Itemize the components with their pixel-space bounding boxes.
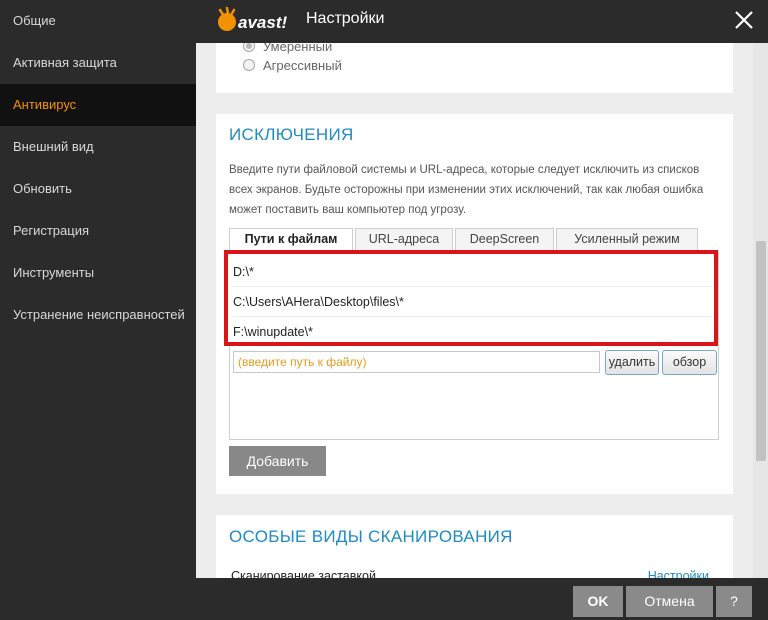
exclusions-description: Введите пути файловой системы и URL-адре…	[229, 164, 704, 216]
screensaver-settings-link[interactable]: Настройки	[648, 569, 709, 578]
sidebar-item-antivirus[interactable]: Антивирус	[0, 84, 196, 126]
screensaver-scan-label: Сканирование заставкой	[231, 569, 376, 578]
help-button[interactable]: ?	[716, 586, 752, 617]
window-title: Настройки	[306, 10, 385, 27]
delete-button[interactable]: удалить	[605, 350, 659, 375]
logo-text: avast!	[238, 13, 287, 32]
special-scans-card: ОСОБЫЕ ВИДЫ СКАНИРОВАНИЯ Сканирование за…	[216, 515, 733, 578]
scroll-thumb[interactable]	[756, 241, 766, 461]
path-row[interactable]: D:\*	[233, 257, 713, 287]
sidebar-item-general[interactable]: Общие	[0, 0, 196, 42]
highlight-frame: D:\* C:\Users\AHera\Desktop\files\* F:\w…	[224, 250, 718, 346]
sidebar-item-tools[interactable]: Инструменты	[0, 252, 196, 294]
tab-hardened-mode[interactable]: Усиленный режим	[556, 228, 698, 250]
title-bar: avast! Настройки	[196, 0, 768, 43]
browse-button[interactable]: обзор	[662, 350, 717, 375]
radio-button[interactable]	[243, 59, 255, 71]
radio-label: Агрессивный	[263, 57, 342, 73]
scrollbar[interactable]	[753, 43, 768, 578]
sidebar-item-update[interactable]: Обновить	[0, 168, 196, 210]
footer: OK Отмена ?	[196, 578, 768, 620]
avast-logo: avast!	[218, 6, 287, 32]
sidebar-item-appearance[interactable]: Внешний вид	[0, 126, 196, 168]
add-button[interactable]: Добавить	[229, 446, 326, 476]
sidebar-item-registration[interactable]: Регистрация	[0, 210, 196, 252]
path-input[interactable]	[233, 351, 600, 373]
tab-file-paths[interactable]: Пути к файлам	[229, 228, 353, 250]
sidebar-item-active-protection[interactable]: Активная защита	[0, 42, 196, 84]
special-scans-title: ОСОБЫЕ ВИДЫ СКАНИРОВАНИЯ	[229, 527, 513, 546]
cancel-button[interactable]: Отмена	[626, 586, 713, 617]
close-icon[interactable]	[730, 6, 758, 34]
sidebar: Общие Активная защита Антивирус Внешний …	[0, 0, 196, 620]
sensitivity-card: Умеренный Агрессивный	[216, 43, 733, 93]
tab-urls[interactable]: URL-адреса	[355, 228, 453, 250]
exclusions-title: ИСКЛЮЧЕНИЯ	[229, 125, 354, 144]
path-row[interactable]: F:\winupdate\*	[233, 317, 713, 347]
radio-aggressive[interactable]: Агрессивный	[243, 56, 342, 74]
radio-button[interactable]	[243, 43, 255, 52]
radio-moderate[interactable]: Умеренный	[243, 43, 332, 55]
tab-deepscreen[interactable]: DeepScreen	[455, 228, 554, 250]
ok-button[interactable]: OK	[573, 586, 623, 617]
path-row[interactable]: C:\Users\AHera\Desktop\files\*	[233, 287, 713, 317]
sidebar-item-troubleshooting[interactable]: Устранение неисправностей	[0, 294, 196, 336]
radio-label: Умеренный	[263, 43, 333, 54]
